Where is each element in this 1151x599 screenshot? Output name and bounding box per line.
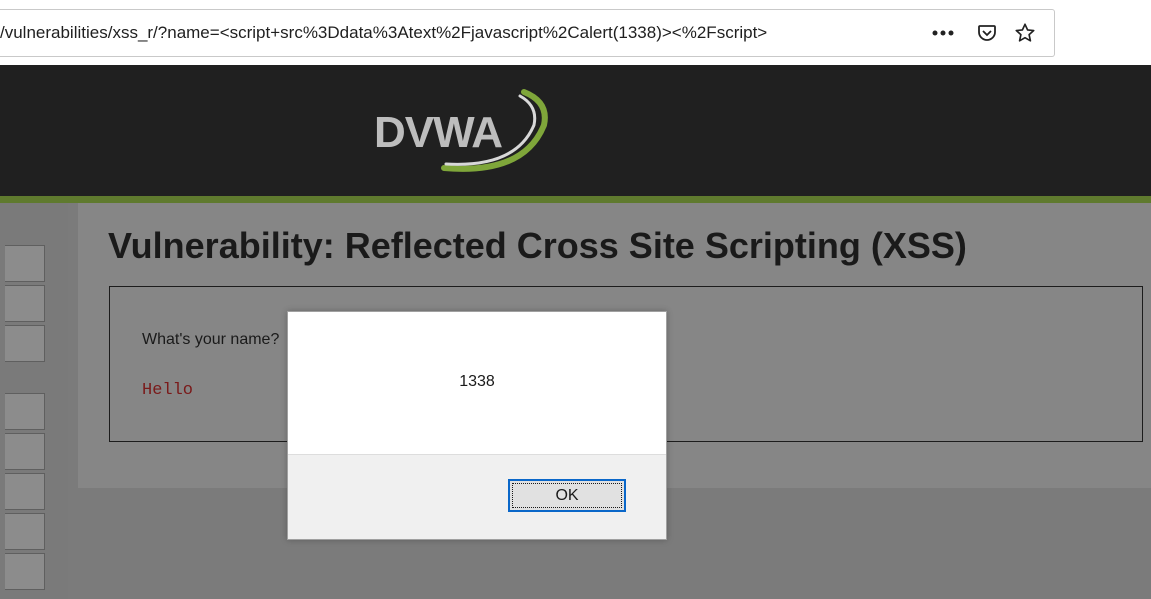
bookmark-star-icon[interactable]: [1010, 18, 1040, 48]
sidebar: [0, 203, 68, 599]
sidebar-item[interactable]: [5, 325, 45, 362]
url-text[interactable]: /vulnerabilities/xss_r/?name=<script+src…: [0, 23, 915, 45]
header-divider: [0, 196, 1151, 203]
sidebar-item[interactable]: [5, 473, 45, 510]
ok-button[interactable]: OK: [508, 479, 626, 512]
alert-message: 1338: [459, 373, 495, 390]
sidebar-item[interactable]: [5, 245, 45, 282]
sidebar-item[interactable]: [5, 513, 45, 550]
alert-dialog: 1338 OK: [287, 311, 667, 540]
more-icon[interactable]: [928, 18, 958, 48]
sidebar-item[interactable]: [5, 433, 45, 470]
sidebar-item[interactable]: [5, 285, 45, 322]
url-fade: [880, 20, 920, 48]
hello-output: Hello: [142, 381, 194, 400]
alert-footer: OK: [288, 454, 666, 539]
sidebar-item[interactable]: [5, 393, 45, 430]
sidebar-item[interactable]: [5, 553, 45, 590]
pocket-icon[interactable]: [972, 18, 1002, 48]
name-question: What's your name?: [142, 331, 280, 348]
logo-text: DVWA: [374, 108, 503, 157]
address-bar[interactable]: /vulnerabilities/xss_r/?name=<script+src…: [0, 9, 1055, 57]
page-title: Vulnerability: Reflected Cross Site Scri…: [108, 225, 967, 266]
browser-toolbar: /vulnerabilities/xss_r/?name=<script+src…: [0, 0, 1151, 65]
dvwa-logo: DVWA: [374, 80, 554, 180]
dvwa-header: DVWA: [0, 65, 1151, 196]
